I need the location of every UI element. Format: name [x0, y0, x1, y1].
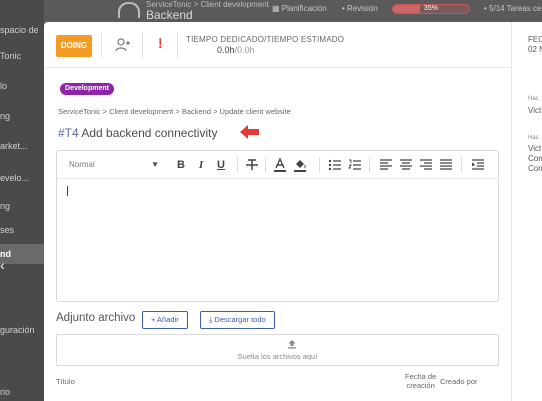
divider — [142, 32, 143, 58]
text-color-icon[interactable] — [273, 157, 287, 173]
text-cursor — [67, 186, 68, 196]
divider — [265, 157, 266, 173]
align-center-icon[interactable] — [399, 157, 413, 173]
breadcrumb[interactable]: ServiceTonic > Client development > Back… — [58, 107, 291, 116]
date-value[interactable]: 02 N — [528, 45, 542, 54]
column-header-created-by[interactable]: Creado por — [440, 377, 478, 386]
sidebar-item[interactable]: guración — [0, 320, 44, 340]
sidebar-item[interactable]: evelo... — [0, 168, 44, 188]
download-all-button[interactable]: ⤓ Descargar todo — [200, 311, 275, 329]
time-value[interactable]: 0.0h/0.0h — [217, 45, 255, 55]
background-topbar: ServiceTonic > Client development Backen… — [44, 0, 542, 22]
italic-icon[interactable]: I — [195, 157, 207, 173]
bold-icon[interactable]: B — [175, 157, 187, 173]
format-select[interactable]: Normal ▼ — [69, 158, 159, 172]
divider — [369, 157, 370, 173]
divider — [177, 32, 178, 58]
field-value[interactable]: Con — [528, 154, 542, 163]
logo-icon — [118, 2, 140, 18]
column-header-title[interactable]: Título — [56, 377, 75, 386]
field-value[interactable]: Vict — [528, 106, 541, 115]
underline-icon[interactable]: U — [215, 157, 227, 173]
arrow-left-icon — [240, 125, 259, 139]
add-person-icon[interactable] — [115, 38, 131, 52]
progress-bar: 35% — [392, 4, 470, 14]
tasks-closed: • 5/14 Tareas cerradas — [484, 4, 542, 13]
exclamation-icon[interactable]: ! — [158, 35, 163, 51]
time-label: TIEMPO DEDICADO/TIEMPO ESTIMADO — [186, 35, 345, 44]
divider — [319, 157, 320, 173]
planning-label: Planificación — [281, 4, 327, 13]
divider — [101, 32, 102, 58]
task-title-text: Add backend connectivity — [81, 126, 218, 140]
download-all-label: Descargar todo — [214, 315, 266, 324]
task-modal: DOING ! TIEMPO DEDICADO/TIEMPO ESTIMADO … — [44, 22, 542, 401]
field-value[interactable]: Con — [528, 164, 542, 173]
field-label: Hac — [528, 135, 539, 141]
status-button[interactable]: DOING — [56, 35, 92, 57]
field-label: Hac — [528, 96, 539, 102]
time-estimated: /0.0h — [234, 45, 255, 55]
sidebar-item[interactable]: rio — [0, 382, 44, 401]
sidebar-item[interactable]: spacio de — [0, 20, 44, 40]
sidebar-item[interactable]: Tonic — [0, 46, 44, 66]
sidebar-item[interactable]: arket... — [0, 136, 44, 156]
align-right-icon[interactable] — [419, 157, 433, 173]
description-editor[interactable]: Normal ▼ B I U — [56, 150, 499, 302]
format-value: Normal — [69, 160, 95, 169]
planning-link[interactable]: ▦ Planificación — [272, 4, 327, 13]
date-label: FECH — [528, 35, 542, 44]
dropzone-text: Suelta los archivos aquí — [237, 352, 318, 361]
file-dropzone[interactable]: Suelta los archivos aquí — [56, 334, 499, 366]
indent-icon[interactable] — [471, 157, 485, 173]
sidebar-item[interactable]: ng — [0, 196, 44, 216]
align-justify-icon[interactable] — [439, 157, 453, 173]
review-label: • Revisión — [342, 4, 378, 13]
modal-header: DOING ! TIEMPO DEDICADO/TIEMPO ESTIMADO … — [44, 22, 542, 68]
upload-icon — [288, 340, 296, 349]
caret-down-icon: ▼ — [151, 160, 159, 169]
strikethrough-icon[interactable] — [245, 157, 259, 173]
sidebar-item[interactable]: ses — [0, 220, 44, 240]
divider — [237, 157, 238, 173]
task-title[interactable]: #T4 Add backend connectivity — [58, 126, 217, 140]
add-attachment-button[interactable]: + Añadir — [142, 311, 188, 329]
divider — [461, 157, 462, 173]
column-header-created-date[interactable]: Fecha de creación — [405, 372, 436, 390]
time-spent: 0.0h — [217, 45, 235, 55]
fill-color-icon[interactable] — [293, 157, 307, 173]
tag-badge[interactable]: Development — [60, 83, 114, 95]
progress-text: 35% — [423, 5, 438, 12]
progress-fill — [393, 5, 420, 13]
align-left-icon[interactable] — [379, 157, 393, 173]
project-title: Backend — [146, 8, 193, 22]
numbered-list-icon[interactable] — [348, 157, 362, 173]
bullet-list-icon[interactable] — [328, 157, 342, 173]
background-sidebar: spacio de Tonic lo ng arket... evelo... … — [0, 0, 44, 401]
editor-toolbar: Normal ▼ B I U — [57, 151, 498, 179]
details-panel: FECH 02 N Hac Vict Hac Vict Con Con — [511, 22, 542, 401]
sidebar-item[interactable]: lo — [0, 76, 44, 96]
chevron-left-icon[interactable]: ‹ — [0, 256, 12, 274]
attachments-title: Adjunto archivo — [56, 312, 136, 324]
field-value[interactable]: Vict — [528, 144, 541, 153]
sidebar-item[interactable]: ng — [0, 106, 44, 126]
task-number: #T4 — [58, 126, 79, 140]
